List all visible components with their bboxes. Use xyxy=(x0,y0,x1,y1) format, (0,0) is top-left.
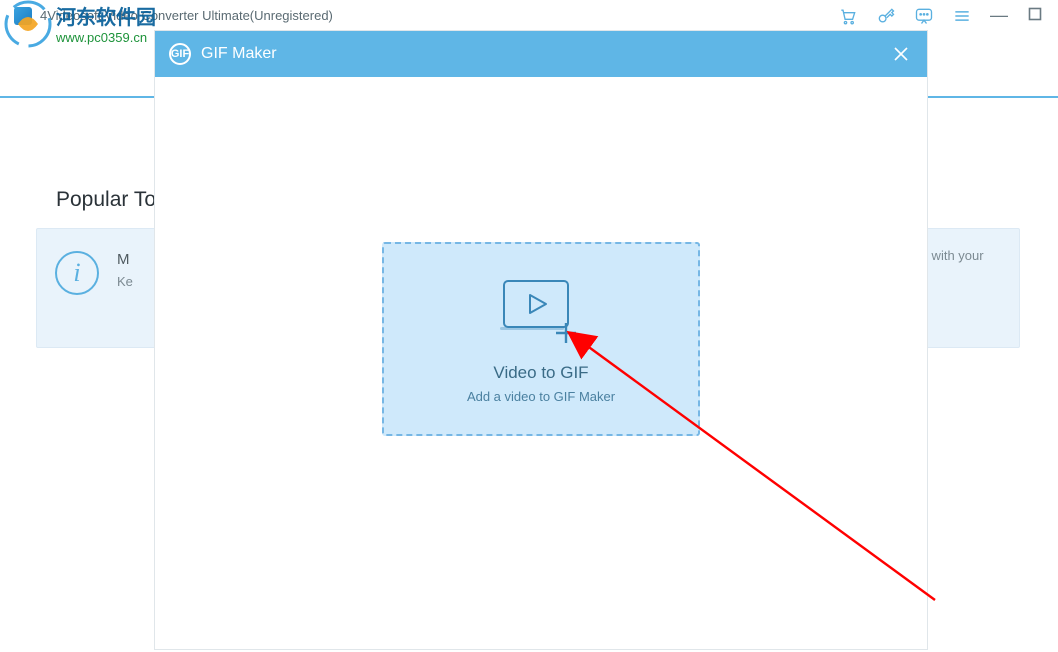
info-icon: i xyxy=(55,251,99,295)
modal-title: GIF Maker xyxy=(201,45,879,63)
minimize-button[interactable]: — xyxy=(990,5,1008,26)
tool-card-text: M Ke xyxy=(117,251,133,289)
modal-close-button[interactable] xyxy=(889,42,913,66)
gif-badge-icon: GIF xyxy=(169,43,191,65)
modal-body: Video to GIF Add a video to GIF Maker xyxy=(155,77,927,649)
menu-icon[interactable] xyxy=(952,6,972,26)
modal-header: GIF GIF Maker xyxy=(155,31,927,77)
app-logo-icon xyxy=(14,7,32,25)
maximize-button[interactable] xyxy=(1026,5,1044,26)
dropzone-subtitle: Add a video to GIF Maker xyxy=(467,389,615,404)
titlebar-actions: — xyxy=(838,5,1044,26)
key-icon[interactable] xyxy=(876,6,896,26)
cart-icon[interactable] xyxy=(838,6,858,26)
feedback-icon[interactable] xyxy=(914,6,934,26)
tool-card-desc-fragment: Ke xyxy=(117,274,133,289)
svg-text:www.pc0359.cn: www.pc0359.cn xyxy=(55,30,147,45)
tool-card-title-fragment: M xyxy=(117,251,133,268)
titlebar: 4Videosoft Video Converter Ultimate(Unre… xyxy=(0,0,1058,32)
video-to-gif-dropzone[interactable]: Video to GIF Add a video to GIF Maker xyxy=(382,242,700,436)
video-add-icon xyxy=(496,275,586,347)
dropzone-title: Video to GIF xyxy=(493,363,588,383)
app-title: 4Videosoft Video Converter Ultimate(Unre… xyxy=(40,8,838,23)
tool-card-right-fragment: F with your xyxy=(920,248,1020,263)
gif-maker-modal: GIF GIF Maker Video to GIF Add a video t… xyxy=(155,31,927,649)
